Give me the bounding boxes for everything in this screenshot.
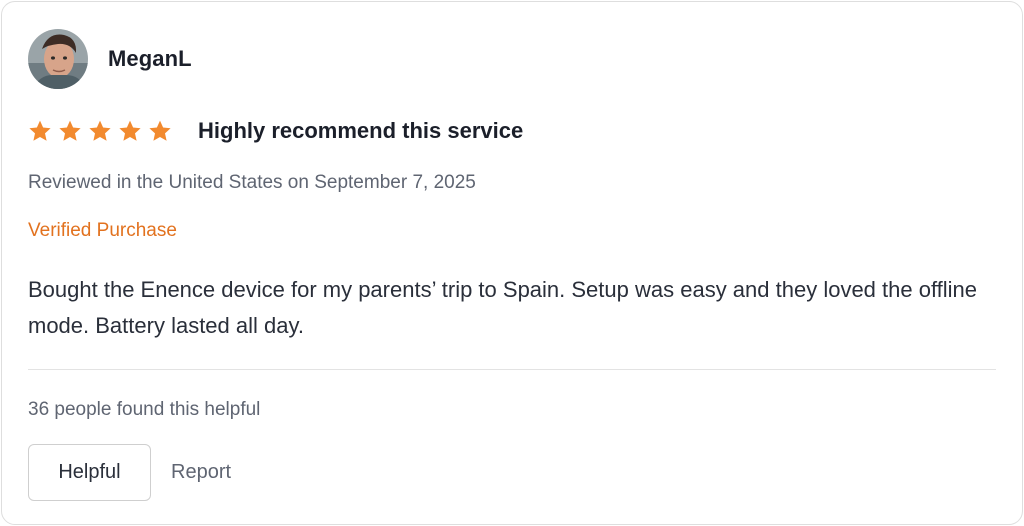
rating-row: Highly recommend this service (28, 115, 523, 147)
star-icon (29, 120, 51, 141)
divider (28, 369, 996, 370)
review-card: MeganL Highly recommend this service Rev… (1, 1, 1023, 525)
helpful-button[interactable]: Helpful (28, 444, 151, 501)
star-icon (89, 120, 111, 141)
star-icon (59, 120, 81, 141)
star-icon (119, 120, 141, 141)
review-date: Reviewed in the United States on Septemb… (28, 172, 476, 193)
reviewer-header: MeganL (28, 28, 192, 90)
report-link[interactable]: Report (171, 461, 231, 484)
review-title: Highly recommend this service (198, 118, 524, 143)
review-text: Bought the Enence device for my parents’… (28, 277, 978, 338)
verified-purchase-badge: Verified Purchase (28, 220, 177, 241)
reviewer-name: MeganL (108, 46, 192, 71)
star-rating (28, 119, 178, 143)
review-actions: Helpful Report (28, 444, 231, 501)
helpful-count: 36 people found this helpful (28, 399, 261, 420)
avatar (28, 29, 88, 89)
star-icon (149, 120, 171, 141)
